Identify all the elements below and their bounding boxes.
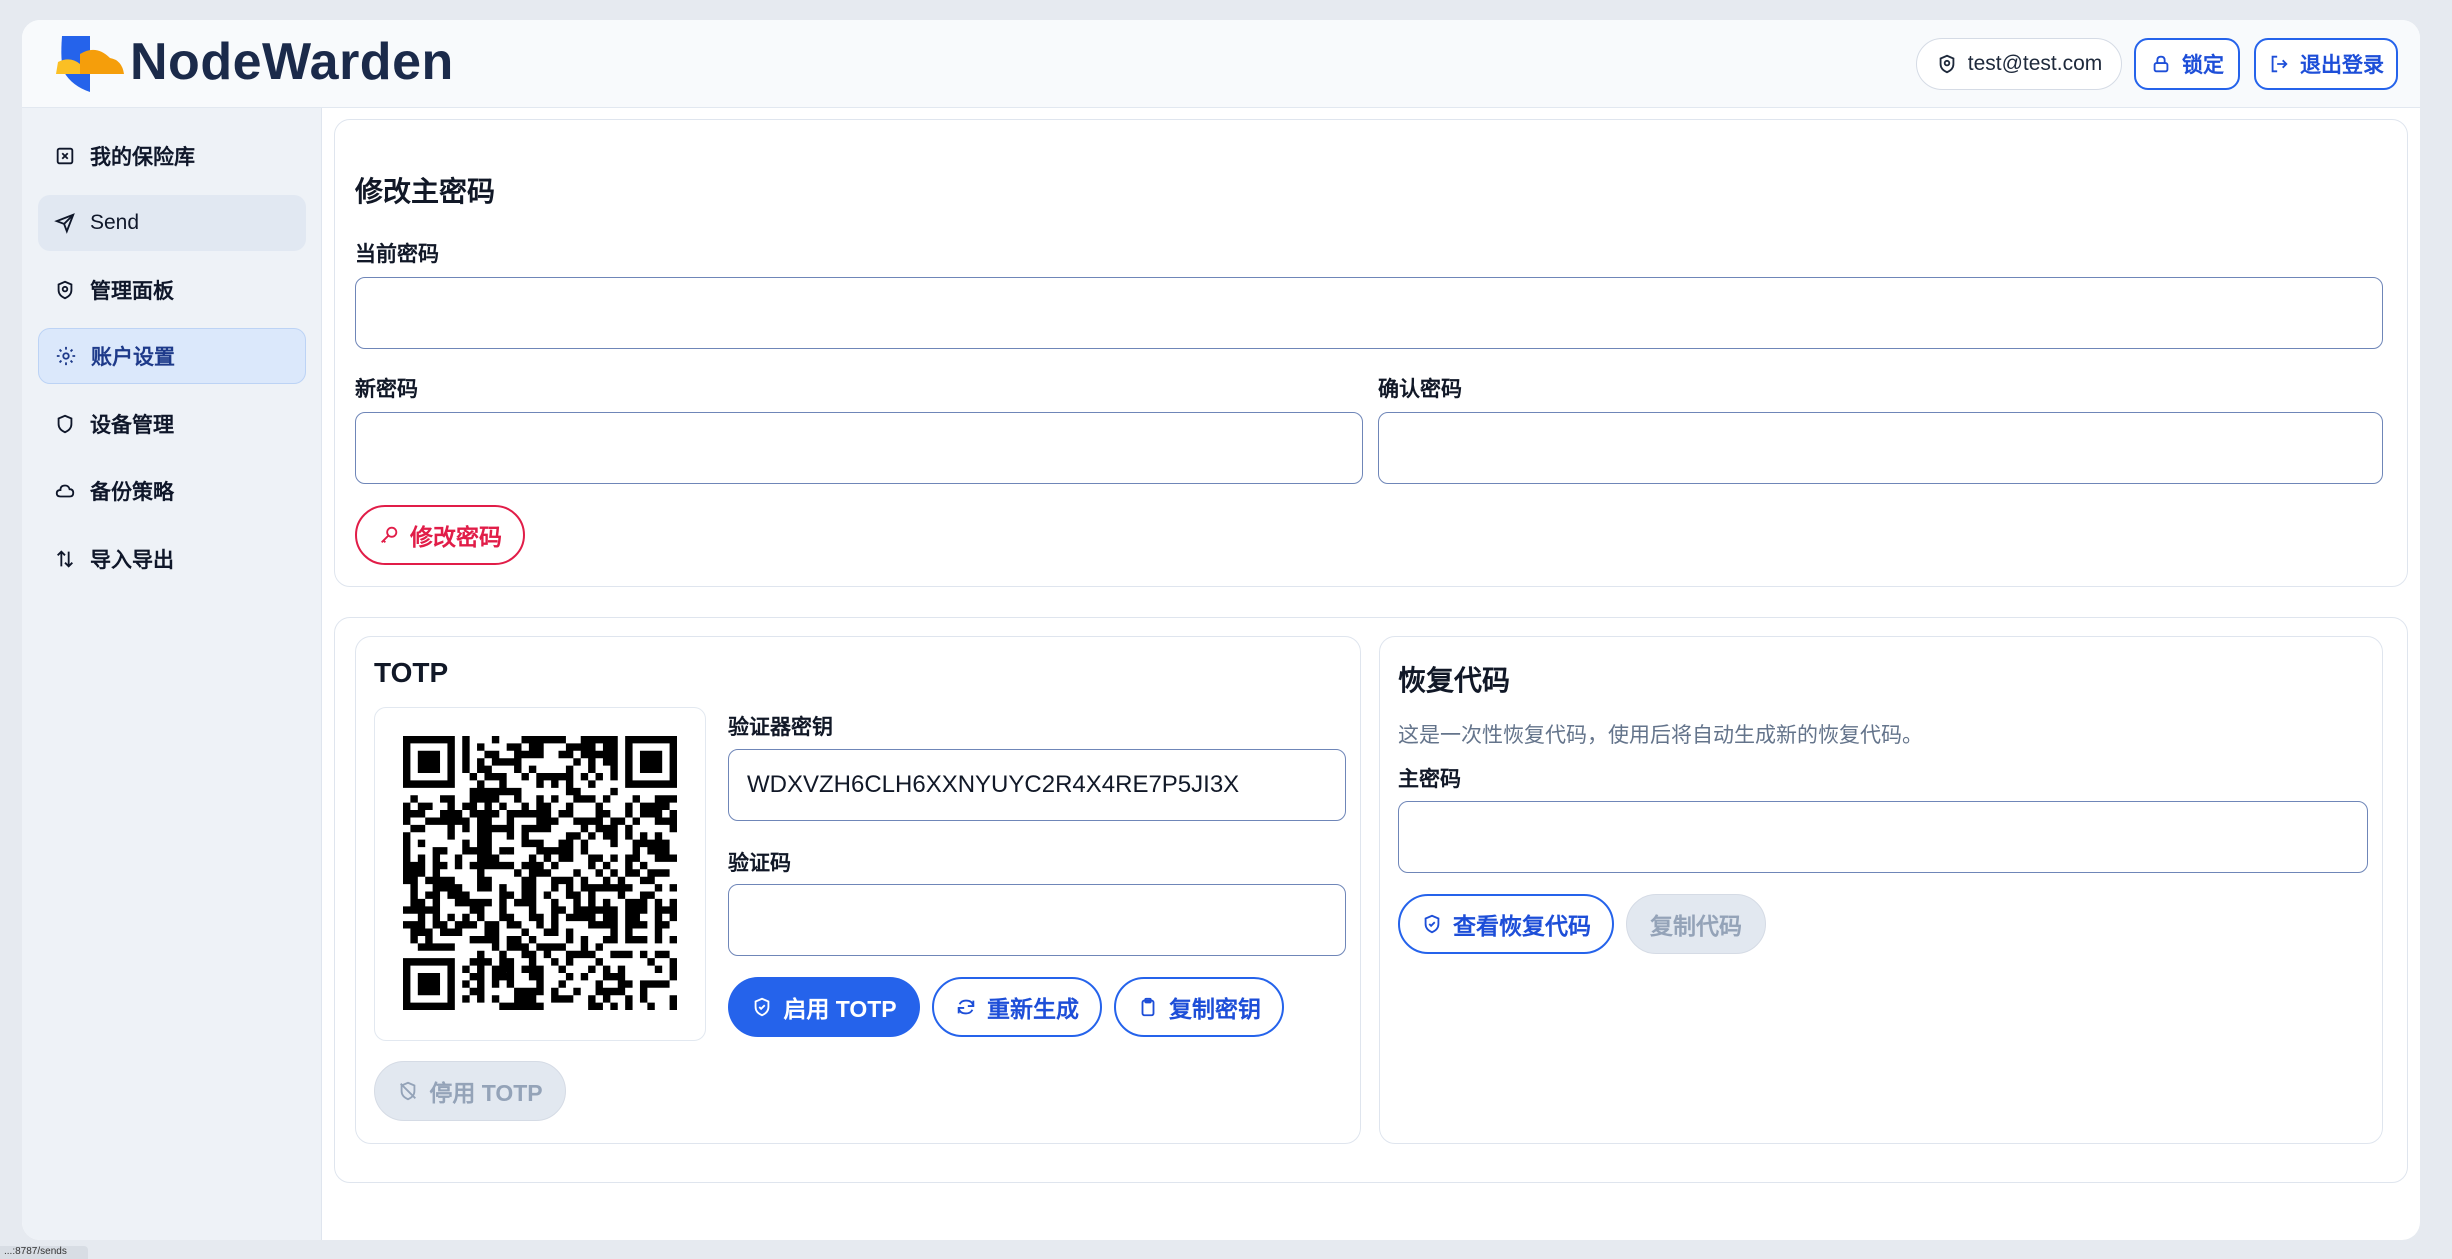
logout-label: 退出登录 <box>2300 54 2384 77</box>
recovery-card: 恢复代码 这是一次性恢复代码，使用后将自动生成新的恢复代码。 主密码 查看恢复代… <box>1379 636 2383 1144</box>
vault-icon <box>56 147 74 165</box>
user-email-pill[interactable]: test@test.com <box>1916 38 2122 90</box>
copy-recovery-code-button[interactable]: 复制代码 <box>1626 894 1766 954</box>
confirm-password-label: 确认密码 <box>1378 378 1462 401</box>
lock-icon <box>2153 55 2169 73</box>
recovery-title: 恢复代码 <box>1398 665 1511 696</box>
view-recovery-code-button[interactable]: 查看恢复代码 <box>1398 894 1614 954</box>
sidebar-item-account-settings[interactable]: 账户设置 <box>38 328 306 384</box>
lock-label: 锁定 <box>2182 54 2224 77</box>
status-url: ...:8787/sends <box>4 1246 67 1257</box>
copy-recovery-code-label: 复制代码 <box>1650 913 1742 939</box>
copy-secret-label: 复制密钥 <box>1169 996 1261 1022</box>
copy-secret-button[interactable]: 复制密钥 <box>1114 977 1284 1037</box>
security-card: TOTP 验证器密钥 WDXVZH6CLH6XXNYUYC2R4X4RE7P5J… <box>334 617 2408 1183</box>
brand-name: NodeWarden <box>130 33 454 91</box>
sidebar: 我的保险库 Send 管理面板 账户设置 设备管理 备份策略 导入导出 <box>22 108 322 1240</box>
current-password-label: 当前密码 <box>355 243 439 266</box>
regenerate-button[interactable]: 重新生成 <box>932 977 1102 1037</box>
confirm-password-input[interactable] <box>1378 412 2383 484</box>
top-bar: NodeWarden test@test.com 锁定 退出登录 <box>22 20 2420 108</box>
sidebar-item-label: 账户设置 <box>91 346 175 369</box>
sidebar-item-label: 导入导出 <box>90 549 174 572</box>
new-password-label: 新密码 <box>355 378 418 401</box>
shield-off-icon <box>400 1081 417 1101</box>
sidebar-item-admin[interactable]: 管理面板 <box>38 262 306 318</box>
user-shield-icon <box>1939 54 1955 74</box>
totp-title: TOTP <box>374 657 449 688</box>
totp-qr-code <box>403 736 677 1010</box>
sidebar-item-label: Send <box>90 211 140 234</box>
sidebar-item-label: 管理面板 <box>90 280 174 303</box>
logout-icon <box>2271 55 2288 73</box>
shield-gear-icon <box>57 280 73 300</box>
app-window: NodeWarden test@test.com 锁定 退出登录 我的保险库 S… <box>22 20 2420 1240</box>
change-password-label: 修改密码 <box>410 524 502 550</box>
sidebar-item-label: 设备管理 <box>90 414 174 437</box>
view-recovery-code-label: 查看恢复代码 <box>1453 913 1591 939</box>
nodewarden-logo <box>56 36 124 92</box>
shield-check-icon <box>755 997 770 1017</box>
change-password-button[interactable]: 修改密码 <box>355 505 525 565</box>
cloud-icon <box>55 484 75 498</box>
change-password-title: 修改主密码 <box>355 176 496 207</box>
master-password-label: 主密码 <box>1398 768 1461 791</box>
regenerate-label: 重新生成 <box>987 996 1079 1022</box>
disable-totp-button[interactable]: 停用 TOTP <box>374 1061 566 1121</box>
send-icon <box>54 213 75 234</box>
sidebar-item-label: 备份策略 <box>90 481 174 504</box>
totp-card: TOTP 验证器密钥 WDXVZH6CLH6XXNYUYC2R4X4RE7P5J… <box>355 636 1361 1144</box>
verification-code-label: 验证码 <box>728 852 791 875</box>
disable-totp-label: 停用 TOTP <box>429 1080 543 1106</box>
transfer-icon <box>57 550 73 568</box>
totp-qr-container <box>374 707 706 1041</box>
verification-code-input[interactable] <box>728 884 1346 956</box>
enable-totp-label: 启用 TOTP <box>783 996 897 1022</box>
current-password-input[interactable] <box>355 277 2383 349</box>
new-password-input[interactable] <box>355 412 1363 484</box>
secret-value: WDXVZH6CLH6XXNYUYC2R4X4RE7P5JI3X <box>747 771 1240 798</box>
sidebar-item-vault[interactable]: 我的保险库 <box>38 128 306 184</box>
secret-label: 验证器密钥 <box>728 716 833 739</box>
change-password-card: 修改主密码 当前密码 新密码 确认密码 修改密码 <box>334 119 2408 587</box>
sidebar-item-import-export[interactable]: 导入导出 <box>38 531 306 587</box>
sidebar-item-send[interactable]: Send <box>38 195 306 251</box>
master-password-input[interactable] <box>1398 801 2368 873</box>
shield-check-icon <box>1424 914 1440 934</box>
refresh-icon <box>957 999 975 1015</box>
sidebar-item-backup[interactable]: 备份策略 <box>38 463 306 519</box>
user-email: test@test.com <box>1967 52 2103 75</box>
enable-totp-button[interactable]: 启用 TOTP <box>728 977 920 1037</box>
shield-icon <box>57 414 73 434</box>
sidebar-item-devices[interactable]: 设备管理 <box>38 396 306 452</box>
clipboard-icon <box>1141 997 1155 1017</box>
recovery-hint: 这是一次性恢复代码，使用后将自动生成新的恢复代码。 <box>1398 724 1923 747</box>
secret-input[interactable]: WDXVZH6CLH6XXNYUYC2R4X4RE7P5JI3X <box>728 749 1346 821</box>
browser-status-bar: ...:8787/sends <box>0 1246 88 1259</box>
key-icon <box>381 526 398 543</box>
logout-button[interactable]: 退出登录 <box>2254 38 2398 90</box>
lock-button[interactable]: 锁定 <box>2134 38 2240 90</box>
gear-icon <box>56 346 76 366</box>
sidebar-item-label: 我的保险库 <box>90 146 195 169</box>
